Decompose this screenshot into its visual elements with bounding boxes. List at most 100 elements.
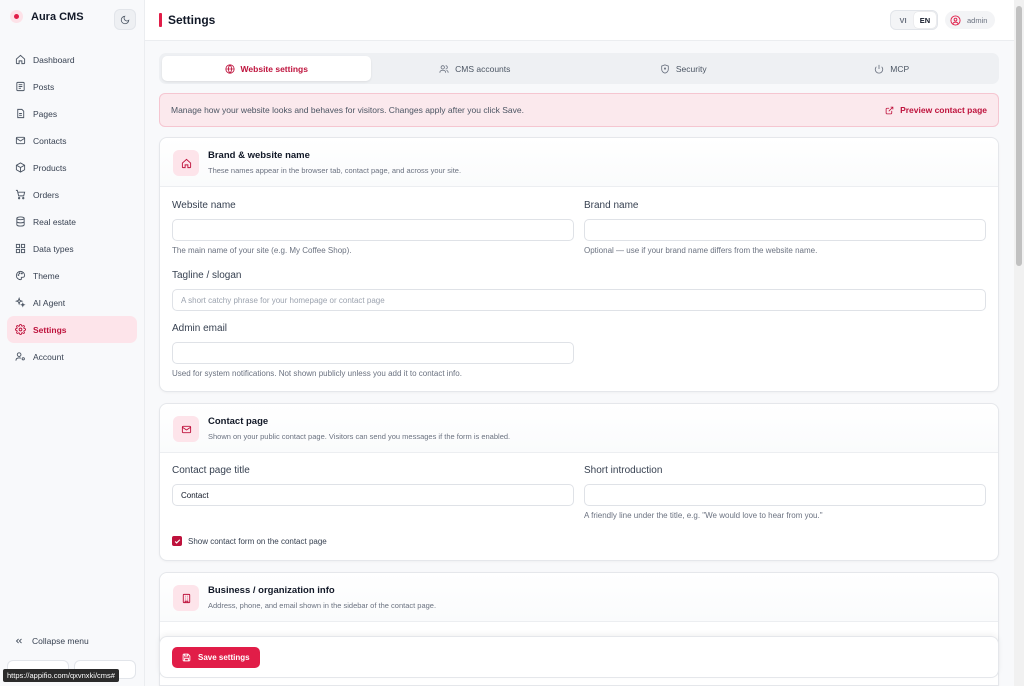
sidebar-item-label: Real estate (33, 216, 76, 227)
sidebar-item-theme[interactable]: Theme (7, 262, 137, 289)
sidebar-item-real-estate[interactable]: Real estate (7, 208, 137, 235)
collapse-menu-label: Collapse menu (32, 636, 89, 646)
tab-label: Website settings (240, 63, 308, 74)
save-settings-button[interactable]: Save settings (172, 647, 260, 668)
tagline-label: Tagline / slogan (172, 270, 242, 281)
admin-email-label: Admin email (172, 323, 228, 334)
show-form-checkbox[interactable] (172, 536, 182, 546)
website-name-hint: The main name of your site (e.g. My Coff… (172, 246, 352, 255)
sidebar-item-settings[interactable]: Settings (7, 316, 137, 343)
sidebar-item-orders[interactable]: Orders (7, 181, 137, 208)
tab-security[interactable]: Security (579, 56, 788, 81)
page-icon (17, 108, 25, 119)
document-icon (16, 81, 25, 92)
scrollbar-thumb[interactable] (1016, 6, 1022, 266)
card-header: Business / organization info Address, ph… (160, 573, 998, 622)
card-description: These names appear in the browser tab, c… (208, 166, 462, 175)
cart-icon (15, 189, 26, 200)
website-name-input[interactable] (172, 219, 574, 241)
collapse-menu-button[interactable]: Collapse menu (14, 636, 89, 646)
grid-icon (15, 243, 26, 254)
sidebar-item-products[interactable]: Products (7, 154, 137, 181)
short-intro-label: Short introduction (584, 465, 663, 476)
sidebar-item-account[interactable]: Account (7, 343, 137, 370)
theme-toggle-button[interactable] (114, 9, 136, 30)
sidebar-item-label: Settings (33, 324, 67, 335)
sidebar-item-dashboard[interactable]: Dashboard (7, 46, 137, 73)
home-icon (173, 150, 199, 176)
sidebar-item-posts[interactable]: Posts (7, 73, 137, 100)
save-label: Save settings (198, 653, 250, 662)
card-description: Shown on your public contact page. Visit… (208, 432, 511, 441)
mail-icon (173, 416, 199, 442)
card-header: Brand & website name These names appear … (160, 138, 998, 187)
contact-title-label: Contact page title (172, 465, 250, 476)
short-intro-input[interactable] (584, 484, 986, 506)
moon-icon (120, 15, 130, 24)
sidebar-item-label: AI Agent (33, 297, 66, 308)
sidebar-item-label: Theme (33, 270, 60, 281)
user-name: admin (967, 15, 988, 25)
sidebar-item-label: Products (33, 162, 67, 173)
tab-cms-accounts[interactable]: CMS accounts (371, 56, 580, 81)
sidebar-item-label: Orders (33, 189, 59, 200)
database-icon (16, 216, 25, 227)
page-scrollbar[interactable] (1014, 0, 1024, 686)
sidebar-item-contacts[interactable]: Contacts (7, 127, 137, 154)
show-form-label: Show contact form on the contact page (188, 536, 327, 546)
short-intro-hint: A friendly line under the title, e.g. "W… (584, 511, 823, 520)
status-bar-url: https://appifio.com/qxvnxki/cms# (3, 669, 119, 682)
box-icon (15, 162, 26, 173)
tab-label: MCP (890, 63, 910, 74)
logo-icon (10, 10, 23, 23)
contact-card: Contact page Shown on your public contac… (159, 403, 999, 561)
app-name: Aura CMS (31, 10, 84, 23)
admin-email-input[interactable] (172, 342, 574, 364)
save-icon (182, 653, 191, 662)
card-header: Contact page Shown on your public contac… (160, 404, 998, 453)
lang-vi-button[interactable]: VI (892, 12, 914, 28)
shield-icon (661, 63, 669, 74)
contact-title-input[interactable]: Contact (172, 484, 574, 506)
user-menu[interactable]: admin (945, 11, 996, 29)
topbar: Settings VI EN admin (145, 0, 1014, 41)
admin-email-hint: Used for system notifications. Not shown… (172, 369, 462, 378)
tab-label: CMS accounts (455, 63, 511, 74)
users-icon (439, 64, 449, 73)
save-bar: Save settings (159, 636, 999, 678)
tagline-input[interactable]: A short catchy phrase for your homepage … (172, 289, 986, 311)
card-title: Brand & website name (208, 150, 310, 161)
home-icon (15, 54, 26, 65)
sidebar-item-label: Account (33, 351, 64, 362)
title-accent-bar (159, 13, 162, 27)
globe-icon (224, 63, 235, 74)
chevrons-left-icon (15, 638, 22, 644)
tab-website-settings[interactable]: Website settings (162, 56, 371, 81)
tab-label: Security (675, 63, 707, 74)
lang-en-button[interactable]: EN (914, 12, 936, 28)
tab-mcp[interactable]: MCP (788, 56, 997, 81)
brand-name-input[interactable] (584, 219, 986, 241)
notice-text: Manage how your website looks and behave… (171, 105, 524, 115)
card-title: Business / organization info (208, 585, 335, 596)
user-gear-icon (15, 352, 25, 361)
brand-name-hint: Optional — use if your brand name differ… (584, 246, 818, 255)
preview-contact-page-link[interactable]: Preview contact page (885, 105, 987, 115)
sidebar-item-label: Contacts (33, 135, 67, 146)
sidebar-nav: Dashboard Posts Pages Contacts Products … (7, 46, 137, 370)
show-form-checkbox-row[interactable]: Show contact form on the contact page (172, 536, 327, 546)
sidebar-item-label: Posts (33, 81, 55, 92)
sidebar-item-pages[interactable]: Pages (7, 100, 137, 127)
sidebar-item-ai-agent[interactable]: AI Agent (7, 289, 137, 316)
sidebar-item-label: Dashboard (33, 54, 75, 65)
page-title: Settings (168, 13, 216, 27)
external-link-icon (885, 106, 894, 114)
sidebar-item-data-types[interactable]: Data types (7, 235, 137, 262)
mail-icon (15, 136, 26, 145)
brand[interactable]: Aura CMS (10, 10, 84, 23)
palette-icon (15, 270, 26, 281)
sparkle-icon (15, 297, 26, 308)
website-name-label: Website name (172, 200, 236, 211)
brand-name-label: Brand name (584, 200, 639, 211)
card-description: Address, phone, and email shown in the s… (208, 601, 437, 610)
